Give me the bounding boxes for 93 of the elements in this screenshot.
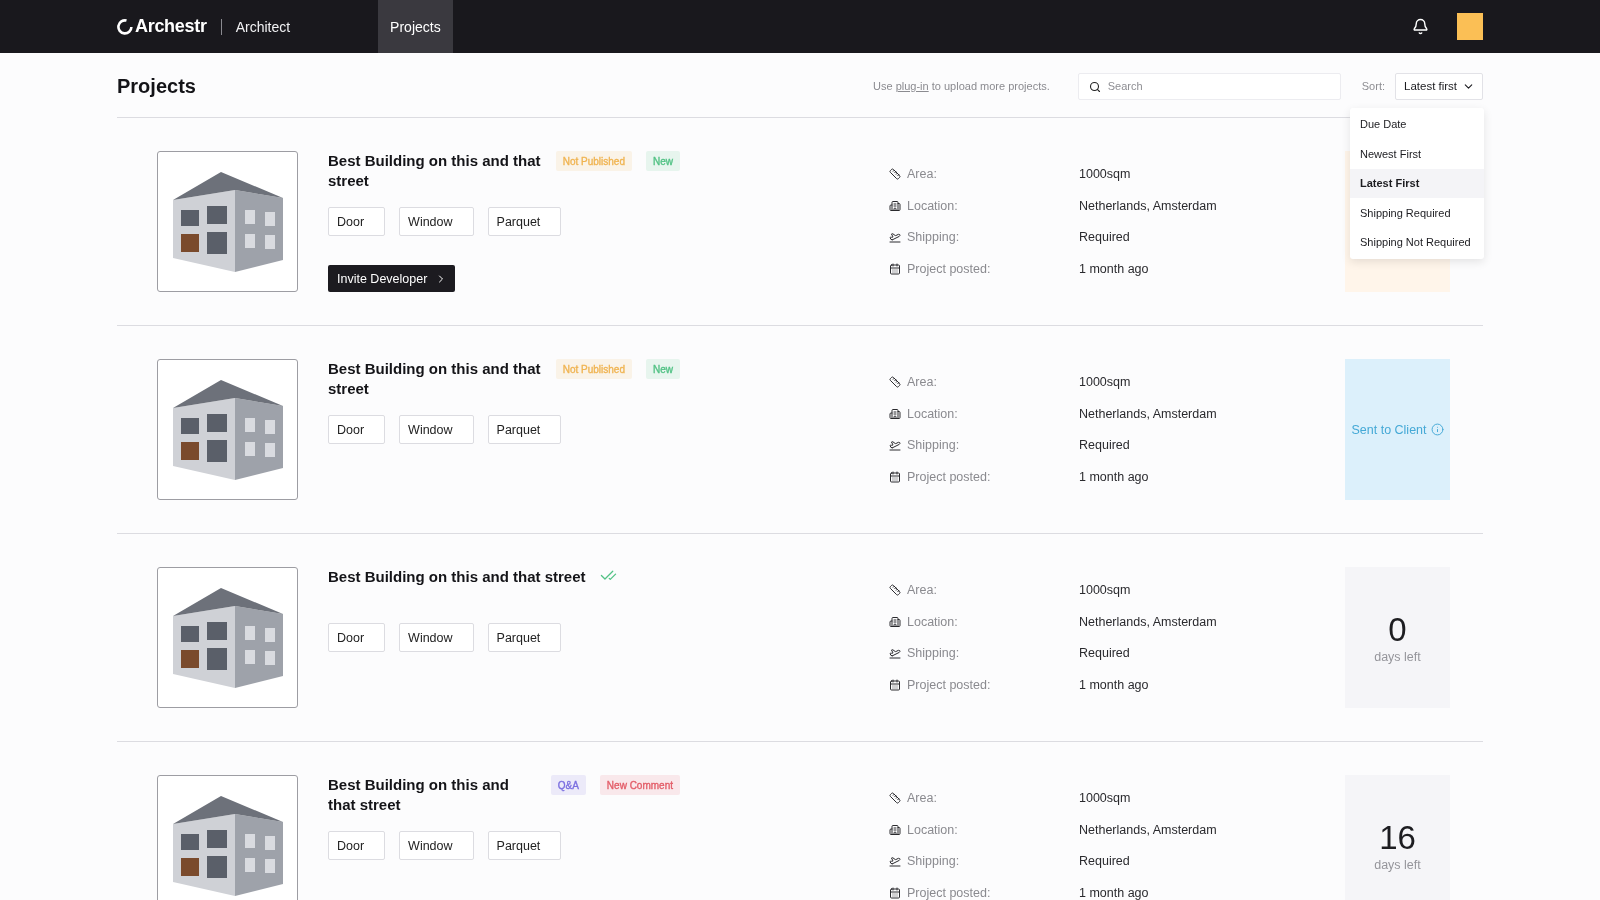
sort-option[interactable]: Due Date — [1350, 109, 1484, 139]
detail-label: Shipping: — [907, 646, 961, 661]
plane-icon — [889, 231, 901, 244]
detail-label: Project posted: — [907, 469, 992, 484]
detail-label: Area: — [907, 583, 938, 597]
search-field[interactable]: Search — [1077, 72, 1341, 100]
sort-label: Sort: — [1361, 80, 1385, 92]
building-icon — [889, 199, 901, 212]
plane-icon — [889, 855, 901, 868]
ruler-icon — [889, 376, 901, 388]
material-tag: Window — [399, 207, 474, 236]
notification-bell-icon[interactable] — [1412, 18, 1429, 35]
sort-option[interactable]: Latest First — [1350, 168, 1484, 198]
plane-icon — [889, 439, 901, 452]
material-tag: Parquet — [487, 623, 562, 652]
detail-label: Location: — [907, 822, 959, 837]
project-title: Best Building on this and that street — [328, 567, 586, 587]
search-icon — [1088, 80, 1101, 93]
detail-label: Area: — [907, 167, 938, 181]
calendar-icon — [889, 886, 901, 899]
project-title: Best Building on this and that street — [328, 151, 542, 191]
material-tag: Window — [399, 415, 474, 444]
detail-value: 1000sqm — [1079, 791, 1131, 805]
detail-value: 1 month ago — [1079, 677, 1149, 692]
ruler-icon — [889, 168, 901, 180]
upload-hint: Use plug-in to upload more projects. — [873, 80, 1050, 92]
project-title: Best Building on this and that street — [328, 359, 542, 399]
material-tag: Door — [328, 831, 386, 860]
detail-label: Project posted: — [907, 677, 992, 692]
building-icon — [889, 615, 901, 628]
detail-value: 1 month ago — [1079, 261, 1149, 276]
sort-option[interactable]: Shipping Required — [1350, 198, 1484, 228]
detail-label: Location: — [907, 406, 959, 421]
detail-label: Shipping: — [907, 438, 961, 453]
detail-label: Area: — [907, 791, 938, 805]
status-tag: Q&A — [550, 775, 586, 795]
status-text: Sent to Client — [1351, 422, 1427, 437]
detail-label: Location: — [907, 198, 959, 213]
ruler-icon — [889, 792, 901, 804]
detail-value: 1000sqm — [1079, 375, 1131, 389]
project-title: Best Building on this and that street — [328, 775, 510, 815]
plane-icon — [889, 647, 901, 660]
sort-option[interactable]: Shipping Not Required — [1350, 227, 1484, 257]
days-left-count: 0 — [1388, 611, 1407, 648]
detail-value: Required — [1079, 854, 1130, 869]
detail-label: Shipping: — [907, 854, 961, 869]
invite-developer-button[interactable]: Invite Developer — [328, 265, 456, 292]
detail-value: 1 month ago — [1079, 885, 1149, 900]
material-tag: Parquet — [487, 831, 562, 860]
days-left-label: days left — [1374, 649, 1421, 664]
detail-value: Required — [1079, 230, 1130, 245]
detail-value: Required — [1079, 646, 1130, 661]
detail-value: Netherlands, Amsterdam — [1079, 822, 1217, 837]
material-tag: Parquet — [487, 207, 562, 236]
detail-label: Location: — [907, 614, 959, 629]
sort-dropdown[interactable]: Latest first — [1395, 72, 1483, 100]
detail-value: Netherlands, Amsterdam — [1079, 614, 1217, 629]
calendar-icon — [889, 678, 901, 691]
sort-option[interactable]: Newest First — [1350, 139, 1484, 169]
detail-label: Area: — [907, 375, 938, 389]
days-left-count: 16 — [1379, 819, 1416, 856]
page-title: Projects — [117, 74, 196, 98]
status-tag: Not Published — [555, 359, 632, 379]
info-icon — [1430, 423, 1444, 436]
detail-value: 1000sqm — [1079, 167, 1131, 181]
detail-label: Project posted: — [907, 885, 992, 900]
detail-value: Required — [1079, 438, 1130, 453]
status-tag: New Comment — [599, 775, 680, 795]
material-tag: Window — [399, 831, 474, 860]
detail-label: Shipping: — [907, 230, 961, 245]
material-tag: Parquet — [487, 415, 562, 444]
calendar-icon — [889, 470, 901, 483]
status-tag: New — [646, 359, 680, 379]
building-icon — [889, 823, 901, 836]
status-tag: New — [646, 151, 680, 171]
building-icon — [889, 407, 901, 420]
material-tag: Door — [328, 207, 386, 236]
role-label: Architect — [235, 18, 291, 35]
status-tag: Not Published — [555, 151, 632, 171]
logo-icon — [117, 18, 133, 35]
material-tag: Door — [328, 623, 386, 652]
detail-value: Netherlands, Amsterdam — [1079, 198, 1217, 213]
days-left-label: days left — [1374, 857, 1421, 872]
detail-value: 1000sqm — [1079, 583, 1131, 597]
material-tag: Door — [328, 415, 386, 444]
logo-text: Archestr — [135, 16, 207, 37]
calendar-icon — [889, 262, 901, 275]
detail-value: Netherlands, Amsterdam — [1079, 406, 1217, 421]
nav-tab[interactable]: Projects — [378, 0, 453, 53]
material-tag: Window — [399, 623, 474, 652]
detail-label: Project posted: — [907, 261, 992, 276]
ruler-icon — [889, 584, 901, 596]
detail-value: 1 month ago — [1079, 469, 1149, 484]
